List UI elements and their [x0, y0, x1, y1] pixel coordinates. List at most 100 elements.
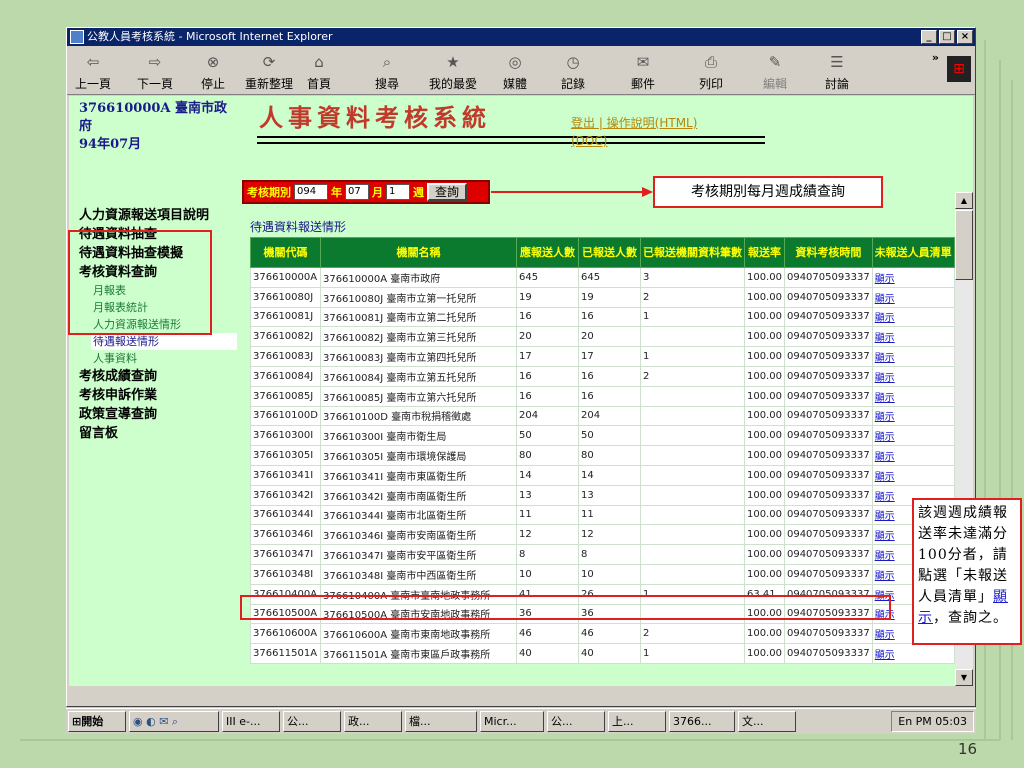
cell-org-code: 376610000A [250, 267, 321, 288]
org-info: 376610000A 臺南市政府 94年07月 [79, 100, 237, 154]
ie-icon [70, 30, 84, 44]
cell-show-link[interactable]: 顯示 [871, 405, 955, 427]
unreported-instructions-callout: 該週週成績報送率未達滿分100分者，請點選「未報送人員清單」顯示，查詢之。 [912, 498, 1022, 645]
low-rate-row-highlight [240, 595, 891, 620]
cell-show-link[interactable]: 顯示 [871, 306, 955, 328]
discuss-icon: ☰ [830, 53, 844, 71]
ime-indicator[interactable]: En [898, 715, 912, 728]
col-org-name: 機關名稱 [319, 237, 517, 268]
cell-record-count: 1 [639, 346, 745, 367]
menu-policy-query[interactable]: 政策宣導查詢 [79, 405, 237, 424]
query-button[interactable]: 查詢 [427, 183, 468, 201]
cell-expected-count: 16 [515, 365, 579, 387]
cell-record-count [639, 464, 745, 486]
year-input[interactable]: 094 [294, 184, 328, 200]
cell-record-count [639, 326, 745, 348]
menu-score-query[interactable]: 考核成績查詢 [79, 367, 237, 386]
quick-launch[interactable]: ◉ ◐ ✉ ⌕ [129, 711, 219, 732]
refresh-button[interactable]: ⟳ 重新整理 [245, 51, 293, 92]
edit-icon: ✎ [768, 53, 782, 71]
menu-message-board[interactable]: 留言板 [79, 424, 237, 443]
cell-org-name: 376610347I 臺南市安平區衛生所 [319, 544, 517, 565]
edit-button[interactable]: ✎ 編輯 [763, 51, 787, 92]
taskbar-item-7[interactable]: 上... [608, 711, 666, 732]
search-button[interactable]: ⌕ 搜尋 [375, 51, 399, 92]
cell-report-rate: 100.00 [743, 445, 785, 466]
toolbar-overflow-icon[interactable]: » [932, 51, 939, 64]
cell-reported-count: 50 [577, 425, 641, 447]
cell-reported-count: 10 [577, 563, 641, 585]
cell-show-link[interactable]: 顯示 [871, 385, 955, 407]
taskbar-item-6[interactable]: 公... [547, 711, 605, 732]
cell-assess-time: 0940705093337 [783, 484, 873, 506]
cell-org-code: 376610080J [250, 286, 321, 308]
stop-button[interactable]: ⊗ 停止 [201, 51, 225, 92]
history-button[interactable]: ◷ 記錄 [561, 51, 585, 92]
print-button[interactable]: ⎙ 列印 [699, 51, 723, 92]
cell-show-link[interactable]: 顯示 [871, 464, 955, 486]
taskbar-item-1[interactable]: III e-... [222, 711, 280, 732]
period-query-callout: 考核期別每月週成績查詢 [653, 176, 883, 208]
close-button[interactable]: × [957, 30, 973, 44]
cell-org-code: 376610347I [250, 544, 321, 565]
cell-show-link[interactable]: 顯示 [871, 425, 955, 447]
cell-show-link[interactable]: 顯示 [871, 326, 955, 348]
cell-expected-count: 50 [515, 425, 579, 447]
table-row: 376610341I 376610341I 臺南市東區衛生所 14 14 100.00 0… [250, 464, 955, 486]
header-links: 登出 | 操作說明(HTML) (DOC) [571, 114, 697, 150]
taskbar-item-8[interactable]: 3766... [669, 711, 735, 732]
page-header: 人事資料考核系統 登出 | 操作說明(HTML) (DOC) [241, 96, 973, 168]
taskbar-item-5[interactable]: Micr... [480, 711, 544, 732]
cell-org-name: 376610082J 臺南市立第三托兒所 [319, 326, 517, 348]
cell-report-rate: 100.00 [743, 464, 785, 486]
cell-org-name: 376611501A 臺南市東區戶政事務所 [319, 643, 517, 664]
cell-report-rate: 100.00 [743, 306, 785, 328]
cell-report-rate: 100.00 [743, 524, 785, 546]
media-button[interactable]: ◎ 媒體 [503, 51, 527, 92]
mail-button[interactable]: ✉ 郵件 [631, 51, 655, 92]
cell-org-name: 376610305I 臺南市環境保護局 [319, 445, 517, 466]
back-button[interactable]: ⇦ 上一頁 [75, 51, 111, 92]
taskbar-item-9[interactable]: 文... [738, 711, 796, 732]
discuss-button[interactable]: ☰ 討論 [825, 51, 849, 92]
table-row: 376610342I 376610342I 臺南市南區衛生所 13 13 100.00 0… [250, 484, 955, 506]
favorites-button[interactable]: ★ 我的最愛 [429, 51, 477, 92]
browser-toolbar: ⇦ 上一頁 ⇨ 下一頁 ⊗ 停止 ⟳ 重新整理 ⌂ 首頁 ⌕ 搜尋 ★ 我的最愛 ◎ 媒體 ◷ 記… [67, 47, 975, 95]
cell-reported-count: 16 [577, 385, 641, 407]
cell-show-link[interactable]: 顯示 [871, 346, 955, 367]
taskbar-item-4[interactable]: 檔... [405, 711, 477, 732]
menu-salary-report-status[interactable]: 待遇報送情形 [91, 333, 237, 350]
home-button[interactable]: ⌂ 首頁 [307, 51, 331, 92]
menu-personnel-data[interactable]: 人事資料 [79, 350, 237, 367]
cell-assess-time: 0940705093337 [783, 544, 873, 565]
start-button[interactable]: ⊞開始 [68, 711, 126, 732]
table-row: 376610347I 376610347I 臺南市安平區衛生所 8 8 100.00 09… [250, 544, 955, 565]
minimize-button[interactable]: _ [921, 30, 937, 44]
print-icon: ⎙ [705, 53, 718, 71]
taskbar-item-2[interactable]: 公... [283, 711, 341, 732]
help-doc-link[interactable]: (DOC) [571, 134, 607, 148]
week-input[interactable]: 1 [386, 184, 410, 200]
cell-show-link[interactable]: 顯示 [871, 286, 955, 308]
cell-assess-time: 0940705093337 [783, 306, 873, 328]
cell-reported-count: 13 [577, 484, 641, 506]
scroll-thumb[interactable] [955, 210, 973, 280]
cell-show-link[interactable]: 顯示 [871, 267, 955, 288]
menu-appeal[interactable]: 考核申訴作業 [79, 386, 237, 405]
cell-assess-time: 0940705093337 [783, 425, 873, 447]
maximize-button[interactable]: □ [939, 30, 955, 44]
menu-hr-report-items[interactable]: 人力資源報送項目說明 [79, 206, 237, 225]
scroll-up-icon[interactable]: ▲ [955, 192, 973, 209]
cell-reported-count: 46 [577, 623, 641, 645]
cell-show-link[interactable]: 顯示 [871, 365, 955, 387]
cell-org-code: 376610084J [250, 365, 321, 387]
forward-button[interactable]: ⇨ 下一頁 [137, 51, 173, 92]
cell-report-rate: 100.00 [743, 365, 785, 387]
cell-show-link[interactable]: 顯示 [871, 643, 955, 664]
cell-show-link[interactable]: 顯示 [871, 445, 955, 466]
table-row: 376610600A 376610600A 臺南市東南地政事務所 46 46 2 100.… [250, 623, 955, 645]
logout-help-link[interactable]: 登出 | 操作說明(HTML) [571, 116, 697, 130]
month-input[interactable]: 07 [345, 184, 369, 200]
scroll-down-icon[interactable]: ▼ [955, 669, 973, 686]
taskbar-item-3[interactable]: 政... [344, 711, 402, 732]
